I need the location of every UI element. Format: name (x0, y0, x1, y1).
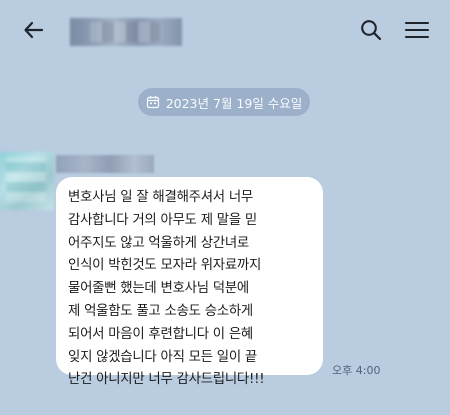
message-line: 제 억울함도 풀고 소송도 승소하게 (68, 303, 253, 319)
hamburger-menu-icon (404, 21, 430, 39)
message-line: 잊지 않겠습니다 아직 모든 일이 끝 (68, 349, 258, 365)
message-line: 인식이 박힌것도 모자라 위자료까지 (68, 258, 262, 274)
date-label: 2023년 7월 19일 수요일 (165, 95, 303, 111)
message-line: 물어줄뻔 했는데 변호사님 덕분에 (68, 281, 249, 297)
message-text: 변호사님 일 잘 해결해주셔서 너무 감사합니다 거의 아무도 제 말을 믿 어… (68, 187, 312, 392)
message-bubble[interactable]: 변호사님 일 잘 해결해주셔서 너무 감사합니다 거의 아무도 제 말을 믿 어… (56, 177, 323, 387)
message-line: 어주지도 않고 억울하게 상간녀로 (68, 235, 249, 251)
message-time: 오후 4:00 (332, 364, 381, 377)
message-line: 감사합니다 거의 아무도 제 말을 믿 (68, 212, 258, 228)
message-line: 되어서 마음이 후련합니다 이 은혜 (68, 326, 253, 342)
date-separator: 2023년 7월 19일 수요일 (138, 88, 310, 116)
search-button[interactable] (355, 14, 387, 46)
calendar-icon (146, 95, 160, 109)
menu-button[interactable] (400, 14, 434, 46)
chat-screen: 2023년 7월 19일 수요일 변호사님 일 잘 해결해주셔서 너무 감사합니… (0, 0, 450, 415)
arrow-left-icon (24, 21, 44, 39)
chat-header (0, 0, 450, 62)
back-button[interactable] (18, 14, 50, 46)
search-icon (361, 20, 382, 41)
sender-avatar[interactable] (0, 152, 54, 210)
message-line: 변호사님 일 잘 해결해주셔서 너무 (68, 190, 253, 205)
sender-name-redacted (56, 155, 154, 173)
chat-title-redacted (70, 18, 182, 46)
message-line: 난건 아니지만 너무 감사드립니다!!! (68, 372, 265, 388)
